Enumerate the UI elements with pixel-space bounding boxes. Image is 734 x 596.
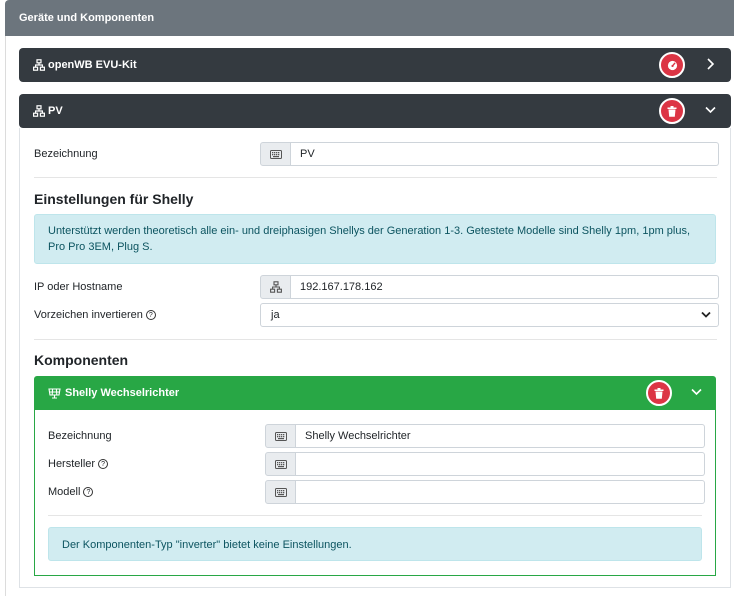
section-title: Geräte und Komponenten bbox=[19, 12, 155, 24]
network-icon bbox=[33, 105, 45, 117]
network-icon bbox=[260, 275, 291, 299]
invert-label-wrap: Vorzeichen invertieren ? bbox=[34, 309, 156, 321]
bezeichnung-input-group: PV bbox=[260, 142, 719, 166]
shelly-info-text: Unterstützt werden theoretisch alle ein-… bbox=[48, 225, 691, 253]
trash-icon bbox=[654, 387, 664, 399]
device-title: openWB EVU-Kit bbox=[48, 59, 137, 71]
device-title: PV bbox=[48, 105, 63, 117]
divider bbox=[34, 339, 717, 340]
invert-select[interactable]: ja bbox=[260, 303, 719, 327]
divider bbox=[48, 515, 702, 516]
invert-label: Vorzeichen invertieren bbox=[34, 309, 143, 321]
modell-input-group bbox=[265, 480, 705, 504]
shelly-info-alert: Unterstützt werden theoretisch alle ein-… bbox=[34, 214, 716, 264]
component-bezeichnung-label: Bezeichnung bbox=[48, 430, 112, 442]
hersteller-label: Hersteller bbox=[48, 458, 96, 470]
shelly-settings-heading: Einstellungen für Shelly bbox=[34, 191, 194, 207]
ip-input[interactable]: 192.167.178.162 bbox=[291, 275, 719, 299]
chevron-down-icon[interactable] bbox=[690, 387, 703, 397]
solar-panel-icon bbox=[48, 387, 61, 399]
chevron-down-icon bbox=[700, 305, 712, 325]
component-bezeichnung-input-group: Shelly Wechselrichter bbox=[265, 424, 705, 448]
hersteller-input-group bbox=[265, 452, 705, 476]
modell-input[interactable] bbox=[296, 480, 705, 504]
ip-label: IP oder Hostname bbox=[34, 281, 123, 293]
hersteller-input[interactable] bbox=[296, 452, 705, 476]
chevron-down-icon[interactable] bbox=[704, 105, 717, 115]
question-circle-icon[interactable]: ? bbox=[145, 310, 156, 320]
chevron-right-icon[interactable] bbox=[705, 57, 715, 71]
device-header-evu-kit[interactable]: openWB EVU-Kit bbox=[19, 48, 731, 82]
keyboard-icon bbox=[265, 424, 296, 448]
component-title-wrap: Shelly Wechselrichter bbox=[48, 387, 179, 399]
gauge-icon bbox=[667, 60, 678, 71]
delete-component-button[interactable] bbox=[646, 380, 672, 406]
component-title: Shelly Wechselrichter bbox=[65, 387, 180, 399]
component-header[interactable]: Shelly Wechselrichter bbox=[34, 376, 716, 410]
bezeichnung-label: Bezeichnung bbox=[34, 148, 98, 160]
component-bezeichnung-input[interactable]: Shelly Wechselrichter bbox=[296, 424, 705, 448]
device-status-button[interactable] bbox=[659, 52, 685, 78]
keyboard-icon bbox=[260, 142, 291, 166]
trash-icon bbox=[667, 105, 677, 117]
component-info-alert: Der Komponenten-Typ "inverter" bietet ke… bbox=[48, 527, 702, 561]
section-header: Geräte und Komponenten bbox=[5, 0, 734, 36]
keyboard-icon bbox=[265, 452, 296, 476]
ip-input-group: 192.167.178.162 bbox=[260, 275, 719, 299]
hersteller-label-wrap: Hersteller ? bbox=[48, 458, 109, 470]
modell-label-wrap: Modell ? bbox=[48, 486, 94, 498]
device-header-pv[interactable]: PV bbox=[19, 94, 731, 128]
delete-device-button[interactable] bbox=[659, 98, 685, 124]
modell-label: Modell bbox=[48, 486, 81, 498]
divider bbox=[34, 177, 717, 178]
question-circle-icon[interactable]: ? bbox=[98, 459, 109, 469]
component-info-text: Der Komponenten-Typ "inverter" bietet ke… bbox=[62, 539, 352, 551]
components-heading: Komponenten bbox=[34, 352, 129, 368]
network-icon bbox=[33, 59, 45, 71]
bezeichnung-input[interactable]: PV bbox=[291, 142, 719, 166]
invert-select-value: ja bbox=[271, 309, 280, 321]
keyboard-icon bbox=[265, 480, 296, 504]
question-circle-icon[interactable]: ? bbox=[83, 487, 94, 497]
